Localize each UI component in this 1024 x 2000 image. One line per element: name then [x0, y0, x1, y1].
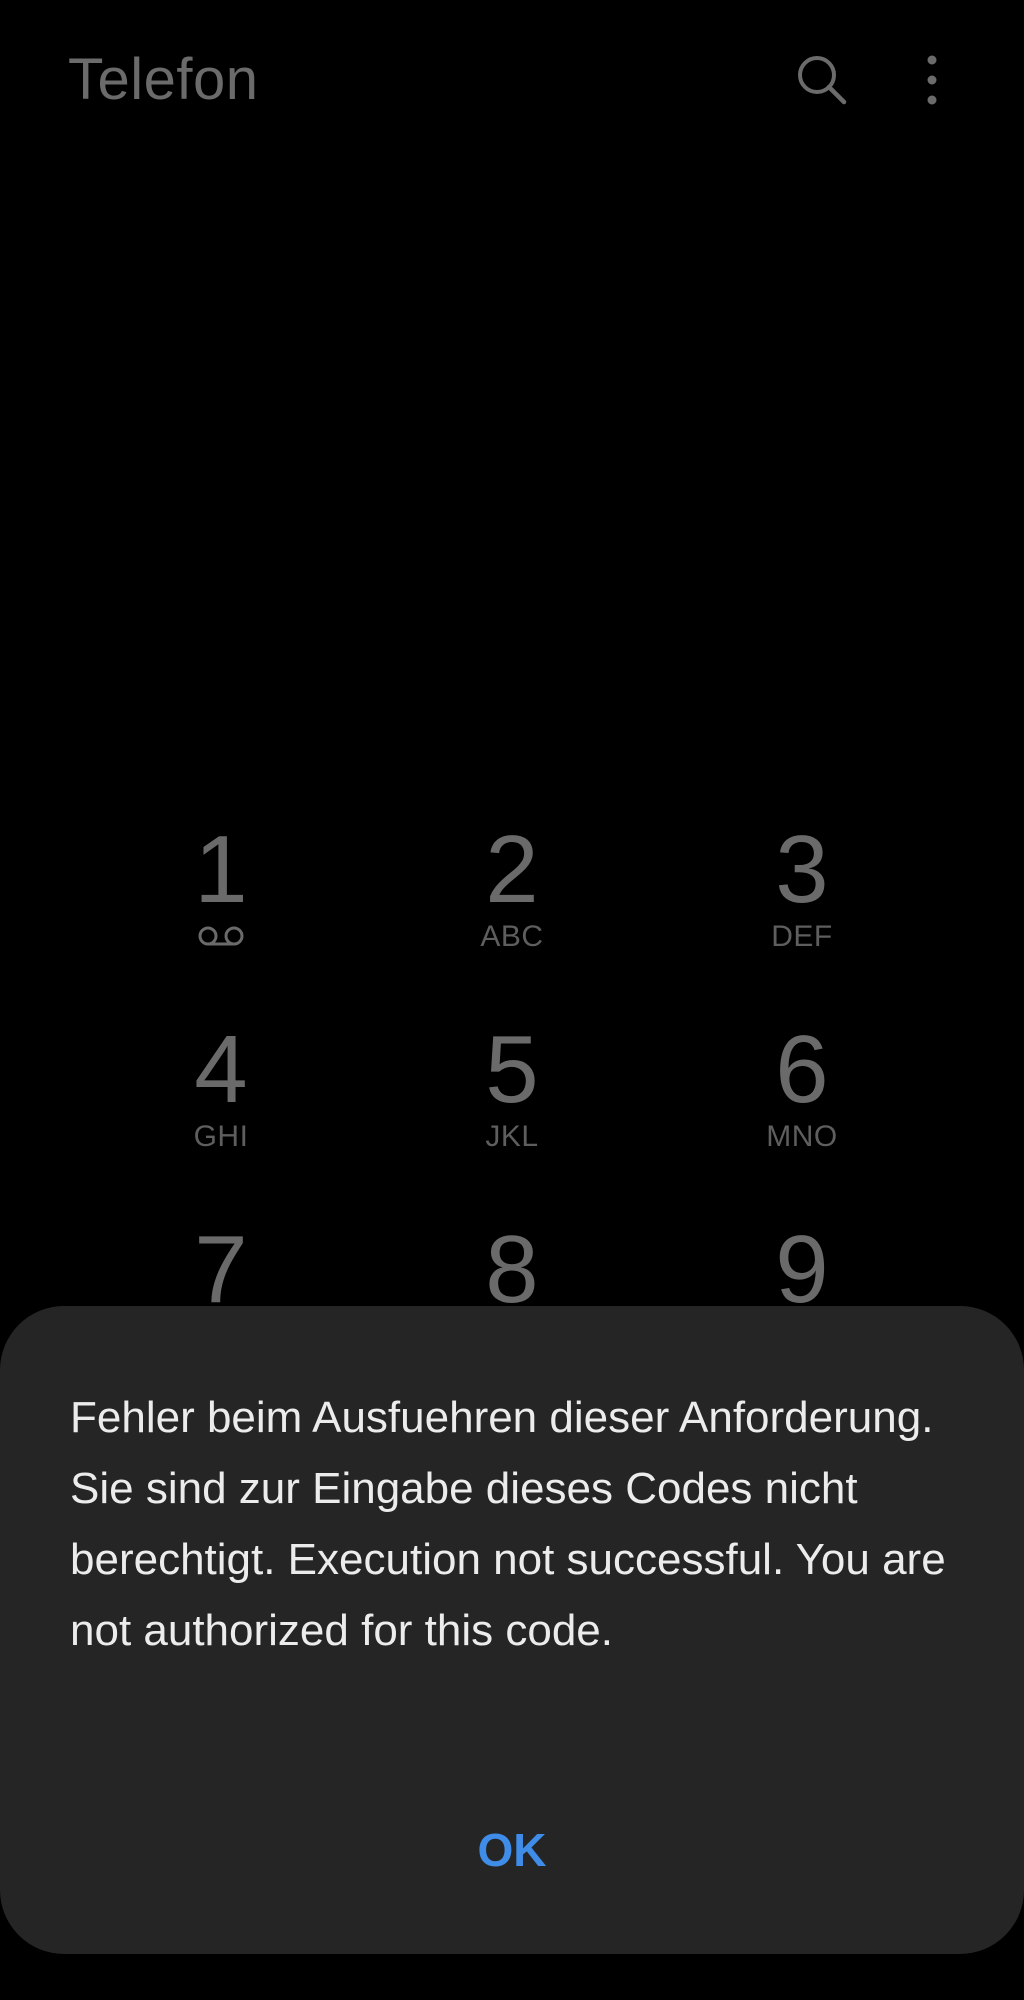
- key-letters: GHI: [193, 1120, 249, 1153]
- key-digit: 8: [485, 1216, 539, 1323]
- key-digit: 9: [775, 1216, 829, 1323]
- key-5[interactable]: 5 JKL: [412, 1020, 612, 1190]
- more-options-button[interactable]: [902, 50, 962, 110]
- key-digit: 2: [485, 816, 539, 923]
- key-letters: ABC: [480, 920, 544, 953]
- search-icon: [798, 56, 847, 105]
- key-1[interactable]: 1: [121, 820, 321, 990]
- more-options-icon: [927, 55, 937, 105]
- dialog-message: Fehler beim Ausfuehren dieser Anforderun…: [70, 1393, 946, 1655]
- phone-dialer-screen: Telefon 1 2 ABC 3 DEF 4 GHI 5 JKL 6 MNO …: [0, 0, 1024, 2000]
- key-letters: DEF: [771, 920, 833, 953]
- key-letters: MNO: [766, 1120, 838, 1153]
- key-digit: 3: [775, 816, 829, 923]
- app-title: Telefon: [68, 47, 259, 112]
- key-2[interactable]: 2 ABC: [412, 820, 612, 990]
- key-6[interactable]: 6 MNO: [702, 1020, 902, 1190]
- key-letters: JKL: [485, 1120, 539, 1153]
- key-4[interactable]: 4 GHI: [121, 1020, 321, 1190]
- key-digit: 1: [194, 816, 248, 923]
- search-button[interactable]: [792, 50, 852, 110]
- key-digit: 6: [775, 1016, 829, 1123]
- key-3[interactable]: 3 DEF: [702, 820, 902, 990]
- ok-button[interactable]: OK: [412, 1810, 612, 1890]
- error-dialog: Fehler beim Ausfuehren dieser Anforderun…: [0, 1306, 1024, 1954]
- voicemail-icon: [198, 926, 244, 946]
- key-digit: 4: [194, 1016, 248, 1123]
- key-digit: 7: [194, 1216, 248, 1323]
- key-digit: 5: [485, 1016, 539, 1123]
